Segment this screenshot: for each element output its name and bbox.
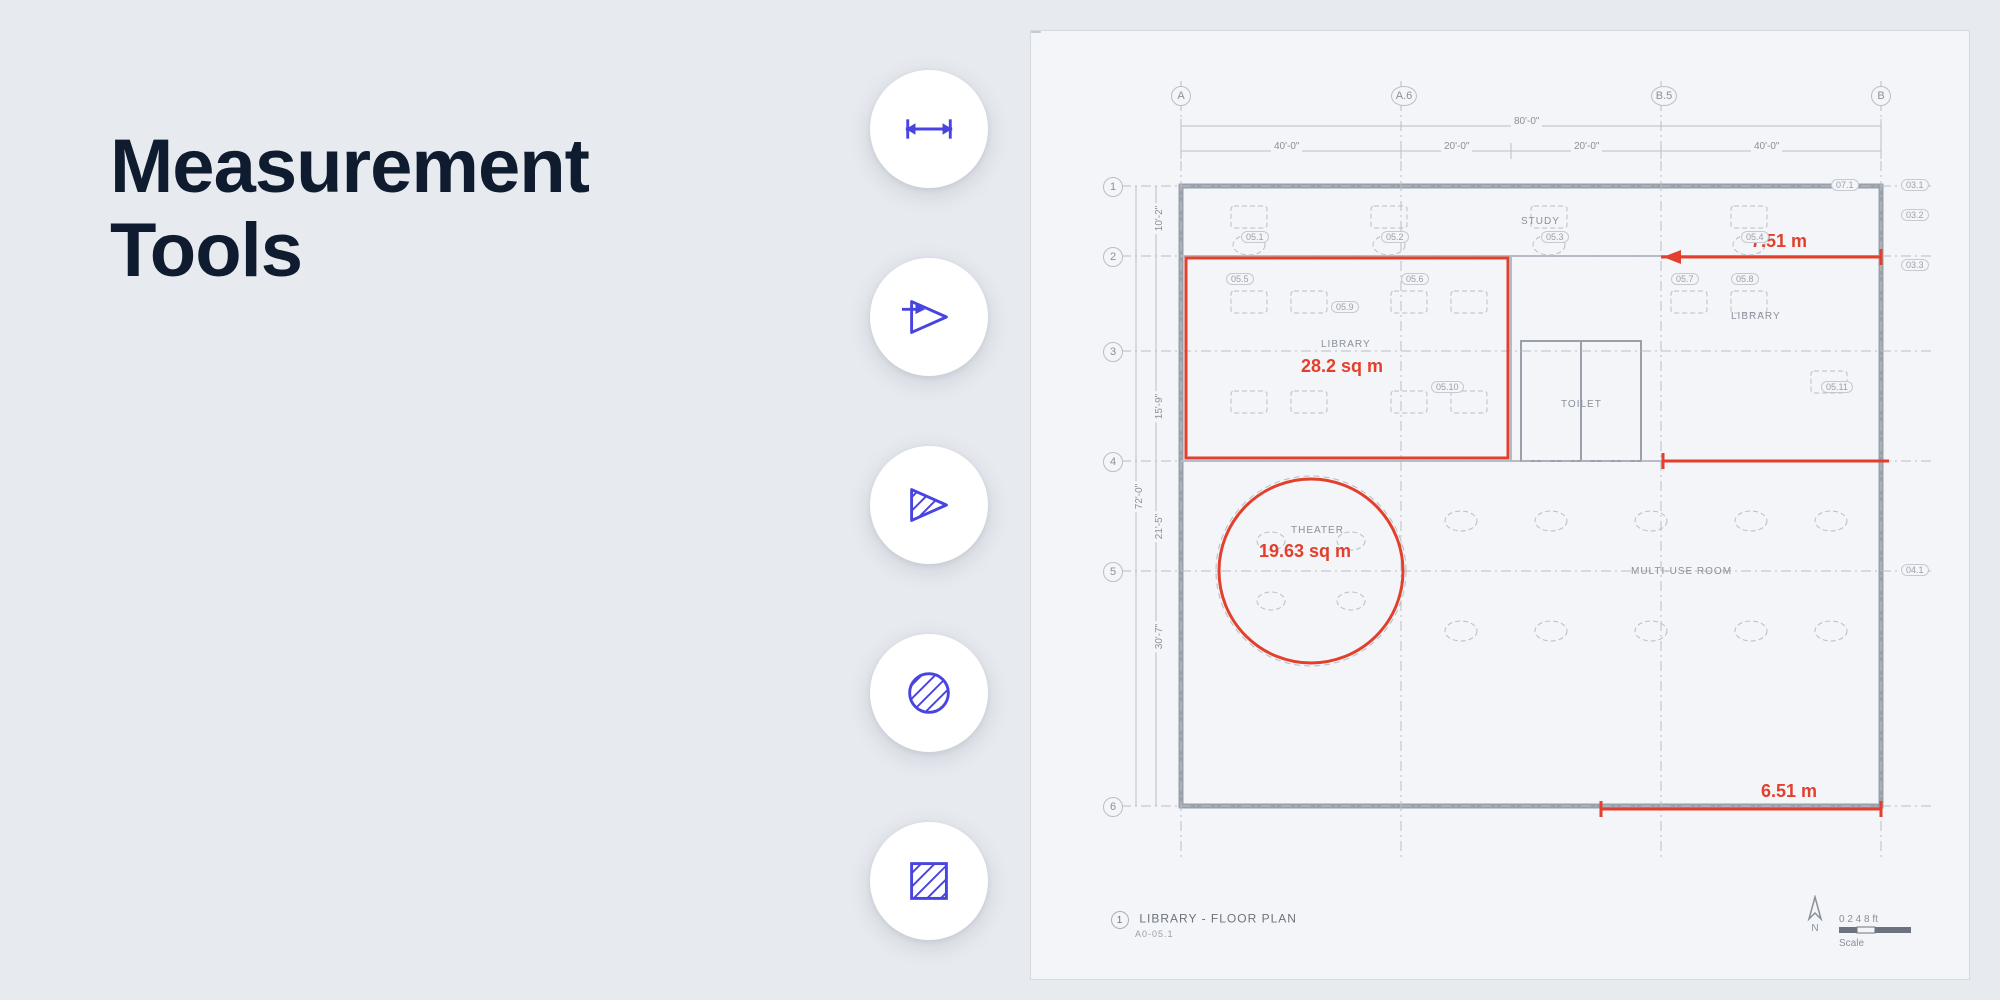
title-line-2: Tools [110, 208, 302, 293]
scale-bar: 0 2 4 8 ft Scale [1839, 914, 1929, 949]
tag-0511: 05.11 [1821, 381, 1853, 393]
grid-col-B5: B.5 [1651, 86, 1677, 106]
room-library-left: LIBRARY [1321, 339, 1371, 350]
triangle-area-button[interactable] [870, 446, 988, 564]
dim-left-seg1: 10'-2" [1154, 203, 1165, 234]
dim-left-seg4: 21'-5" [1154, 511, 1165, 542]
tool-column [870, 70, 988, 940]
tag-057: 05.7 [1671, 273, 1699, 285]
square-hatch-icon [900, 852, 958, 910]
room-toilet: TOILET [1561, 399, 1602, 410]
dim-top-total: 80'-0" [1511, 116, 1542, 127]
sheet-title-text: LIBRARY - FLOOR PLAN [1139, 912, 1297, 926]
grid-col-B: B [1871, 86, 1891, 106]
triangle-hatch-icon [900, 476, 958, 534]
tag-032: 03.2 [1901, 209, 1929, 221]
grid-col-A6: A.6 [1391, 86, 1417, 106]
room-multi: MULTI-USE ROOM [1631, 566, 1732, 577]
room-study: STUDY [1521, 216, 1560, 227]
tag-052: 05.2 [1381, 231, 1409, 243]
floorplan-sheet: A A.6 B.5 B 1 2 3 4 5 6 80'-0" 40'-0" 20… [1030, 30, 1970, 980]
tag-058: 05.8 [1731, 273, 1759, 285]
grid-row-4: 4 [1103, 452, 1123, 472]
dim-left-seg2: 15'-9" [1154, 391, 1165, 422]
grid-row-1: 1 [1103, 177, 1123, 197]
circle-area-button[interactable] [870, 634, 988, 752]
tag-055: 05.5 [1226, 273, 1254, 285]
tag-0510: 05.10 [1431, 381, 1464, 393]
linear-measure-button[interactable] [870, 70, 988, 188]
scale-values: 0 2 4 8 ft [1839, 914, 1929, 925]
page-title: Measurement Tools [110, 125, 589, 292]
dim-top-midl: 20'-0" [1441, 141, 1472, 152]
grid-col-A: A [1171, 86, 1191, 106]
sheet-number: 1 [1111, 911, 1129, 929]
rectangle-area-button[interactable] [870, 822, 988, 940]
dim-top-left: 40'-0" [1271, 141, 1302, 152]
floorplan-drawing [1031, 31, 1971, 981]
dim-left-total: 72'-0" [1134, 481, 1145, 512]
tag-071: 07.1 [1831, 179, 1859, 191]
grid-row-2: 2 [1103, 247, 1123, 267]
grid-row-5: 5 [1103, 562, 1123, 582]
tag-041: 04.1 [1901, 564, 1929, 576]
dim-top-right: 40'-0" [1751, 141, 1782, 152]
scale-label: Scale [1839, 938, 1929, 949]
grid-row-3: 3 [1103, 342, 1123, 362]
measurement-bottom-length: 6.51 m [1761, 781, 1817, 802]
measurement-rect-area: 28.2 sq m [1301, 356, 1383, 377]
tag-051: 05.1 [1241, 231, 1269, 243]
tag-059: 05.9 [1331, 301, 1359, 313]
measurement-circle-area: 19.63 sq m [1259, 541, 1351, 562]
sheet-title: 1 LIBRARY - FLOOR PLAN A0-05.1 [1111, 911, 1297, 939]
room-theater: THEATER [1291, 525, 1344, 536]
grid-row-6: 6 [1103, 797, 1123, 817]
tag-053: 05.3 [1541, 231, 1569, 243]
tag-033: 03.3 [1901, 259, 1929, 271]
perimeter-arrow-icon [900, 288, 958, 346]
tag-031: 03.1 [1901, 179, 1929, 191]
linear-measure-icon [900, 100, 958, 158]
perimeter-measure-button[interactable] [870, 258, 988, 376]
circle-hatch-icon [900, 664, 958, 722]
tag-056: 05.6 [1401, 273, 1429, 285]
sheet-ref: A0-05.1 [1135, 929, 1297, 939]
dim-left-seg3: 30'-7" [1154, 621, 1165, 652]
room-library-right: LIBRARY [1731, 311, 1781, 322]
north-indicator: N [1801, 895, 1829, 934]
tag-054: 05.4 [1741, 231, 1769, 243]
dim-top-midr: 20'-0" [1571, 141, 1602, 152]
title-line-1: Measurement [110, 124, 589, 209]
north-label: N [1801, 923, 1829, 934]
